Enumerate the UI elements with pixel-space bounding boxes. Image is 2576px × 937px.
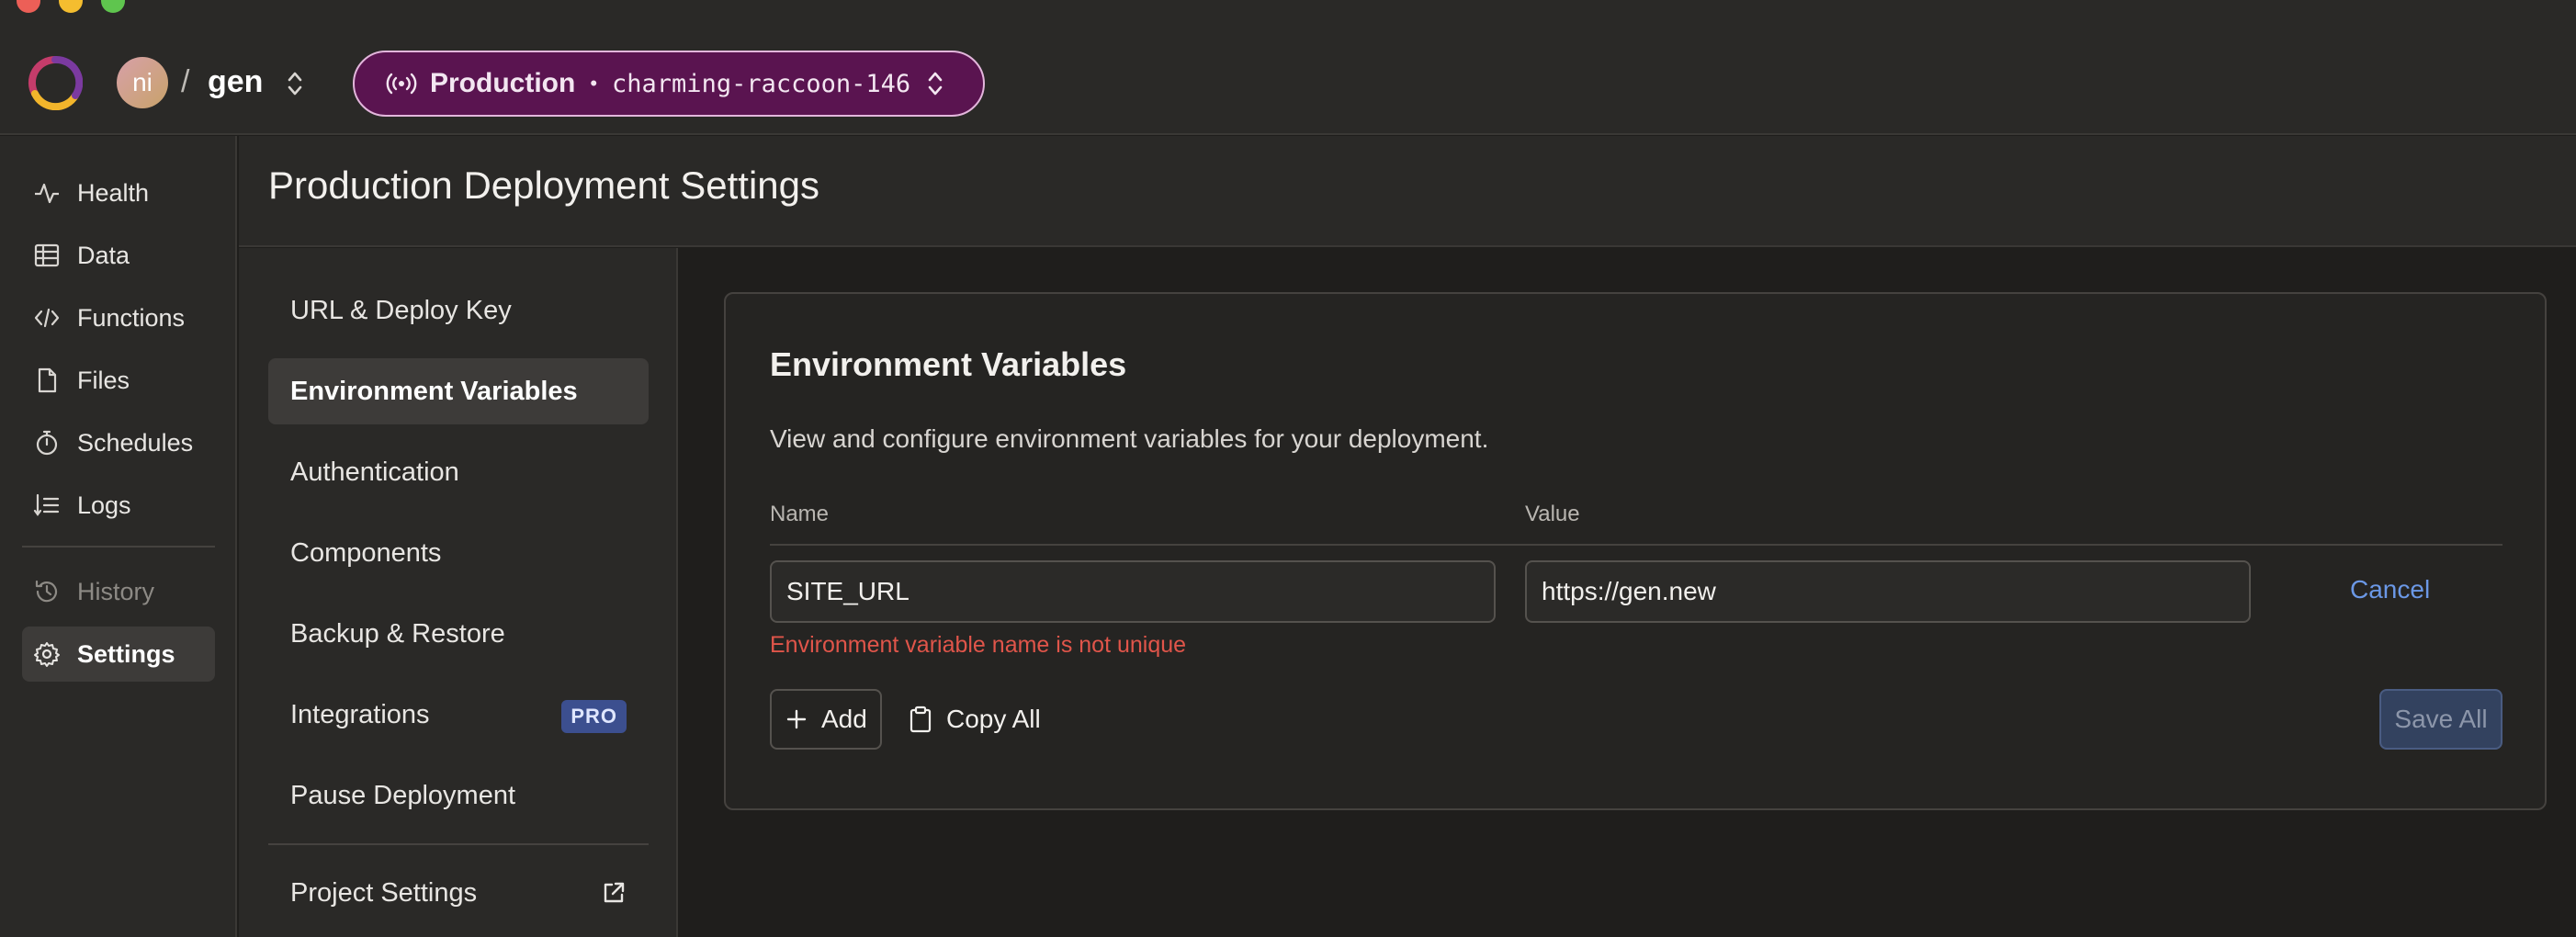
sidebar-item-schedules[interactable]: Schedules: [22, 415, 215, 470]
broadcast-icon: [386, 73, 417, 95]
deployment-type-label: Production: [430, 68, 576, 98]
avatar[interactable]: ni: [117, 57, 168, 108]
project-name[interactable]: gen: [208, 64, 263, 100]
logs-icon: [33, 493, 60, 516]
settings-nav-integrations[interactable]: Integrations PRO: [268, 682, 649, 748]
sidebar-item-label: Data: [77, 241, 130, 269]
settings-nav-label: Authentication: [290, 457, 459, 487]
card-title: Environment Variables: [770, 345, 1127, 383]
breadcrumb-separator: /: [181, 64, 190, 99]
sidebar-divider: [22, 546, 215, 548]
sidebar-item-logs[interactable]: Logs: [22, 478, 215, 533]
settings-nav-components[interactable]: Components: [268, 520, 649, 586]
settings-nav-label: Backup & Restore: [290, 618, 505, 649]
table-icon: [34, 243, 60, 267]
deployment-name: charming-raccoon-146: [612, 69, 911, 98]
save-all-button[interactable]: Save All: [2379, 689, 2503, 750]
settings-nav-pause-deployment[interactable]: Pause Deployment: [268, 762, 649, 829]
deployment-separator: •: [590, 72, 598, 95]
sidebar-item-files[interactable]: Files: [22, 353, 215, 408]
activity-icon: [35, 183, 59, 204]
settings-nav-project-settings[interactable]: Project Settings: [268, 860, 649, 926]
window-close-button[interactable]: [17, 0, 40, 13]
settings-nav-label: Environment Variables: [290, 376, 578, 406]
settings-nav-environment-variables[interactable]: Environment Variables: [268, 358, 649, 424]
settings-nav-label: Components: [290, 537, 442, 568]
sidebar-item-functions[interactable]: Functions: [22, 290, 215, 345]
page-header: Production Deployment Settings: [239, 136, 2576, 247]
sidebar-item-label: Files: [77, 366, 130, 394]
sidebar-item-health[interactable]: Health: [22, 165, 215, 220]
plus-icon: [786, 709, 807, 729]
header-divider: [770, 544, 2503, 546]
app-logo-icon[interactable]: [28, 55, 83, 110]
window-minimize-button[interactable]: [59, 0, 83, 13]
settings-nav-label: Pause Deployment: [290, 780, 516, 810]
sidebar-item-settings[interactable]: Settings: [22, 627, 215, 682]
top-bar: ni / gen Production • charming-raccoon-1…: [0, 0, 2576, 135]
sidebar-item-label: Health: [77, 178, 150, 207]
add-variable-button[interactable]: Add: [770, 689, 882, 750]
settings-nav-label: Project Settings: [290, 877, 478, 908]
settings-nav-backup-restore[interactable]: Backup & Restore: [268, 601, 649, 667]
deployment-switcher[interactable]: Production • charming-raccoon-146: [353, 51, 985, 117]
gear-icon: [34, 642, 60, 667]
chevron-updown-icon: [928, 72, 943, 96]
settings-nav-label: Integrations: [290, 699, 430, 729]
project-switcher-icon[interactable]: [287, 70, 303, 97]
validation-error: Environment variable name is not unique: [770, 632, 1187, 658]
settings-nav-authentication[interactable]: Authentication: [268, 439, 649, 505]
sidebar-item-label: Logs: [77, 491, 131, 519]
column-header-value: Value: [1525, 502, 1580, 526]
column-header-name: Name: [770, 502, 830, 526]
sidebar-item-label: Functions: [77, 303, 186, 332]
env-var-value-input[interactable]: [1525, 560, 2251, 623]
card-description: View and configure environment variables…: [770, 424, 1489, 453]
sidebar-item-label: Schedules: [77, 428, 194, 457]
settings-nav: URL & Deploy Key Environment Variables A…: [239, 248, 678, 937]
settings-nav-url-deploy-key[interactable]: URL & Deploy Key: [268, 277, 649, 344]
window-zoom-button[interactable]: [101, 0, 125, 13]
copy-all-label: Copy All: [946, 705, 1041, 733]
sidebar-item-data[interactable]: Data: [22, 228, 215, 283]
environment-variables-card: Environment Variables View and configure…: [724, 292, 2547, 810]
pro-badge: PRO: [561, 700, 627, 733]
clipboard-icon: [910, 706, 932, 733]
external-link-icon: [604, 882, 625, 903]
cancel-button[interactable]: Cancel: [2350, 575, 2430, 604]
stopwatch-icon: [36, 430, 58, 456]
sidebar: Health Data Functions Files Schedules Lo…: [0, 136, 237, 937]
file-icon: [38, 367, 57, 393]
page-title: Production Deployment Settings: [268, 164, 819, 207]
history-icon: [35, 580, 58, 603]
add-label: Add: [821, 705, 867, 733]
sidebar-item-label: Settings: [77, 639, 175, 668]
settings-nav-divider: [268, 843, 649, 845]
sidebar-item-label: History: [77, 577, 155, 605]
settings-nav-label: URL & Deploy Key: [290, 295, 512, 325]
env-var-name-input[interactable]: [770, 560, 1496, 623]
sidebar-item-history[interactable]: History: [22, 564, 215, 619]
code-icon: [34, 308, 60, 328]
copy-all-button[interactable]: Copy All: [908, 689, 1041, 750]
